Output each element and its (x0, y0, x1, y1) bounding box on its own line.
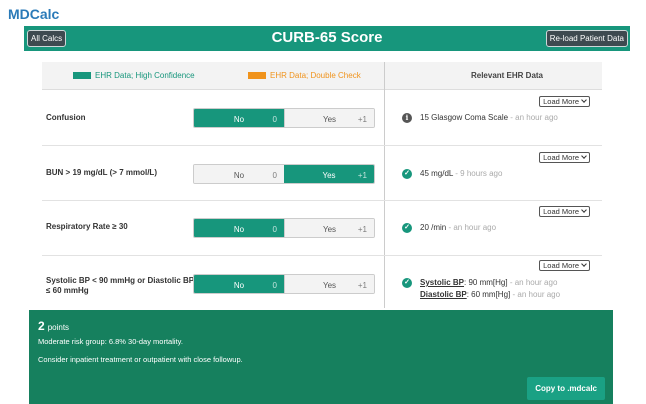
ehr-line: 45 mg/dL - 9 hours ago (420, 169, 502, 179)
option-label: No (233, 171, 245, 180)
load-more-button[interactable]: Load More (539, 260, 590, 271)
app-name: MDCalc (8, 6, 60, 22)
ehr-time: - an hour ago (508, 113, 558, 122)
no-option[interactable]: No 0 (194, 165, 284, 183)
chevron-down-icon (581, 97, 587, 103)
yes-option[interactable]: Yes +1 (284, 219, 374, 237)
criterion-label: Respiratory Rate ≥ 30 (46, 222, 128, 231)
no-option[interactable]: No 0 (194, 219, 284, 237)
chevron-down-icon (581, 261, 587, 267)
ehr-time: - an hour ago (507, 278, 558, 287)
legend-swatch-orange (248, 72, 266, 79)
result-points: 2 points (38, 319, 69, 333)
yes-option[interactable]: Yes +1 (284, 109, 374, 127)
legend-high-confidence: EHR Data; High Confidence (73, 71, 195, 80)
ehr-line-diastolic: Diastolic BP: 60 mm[Hg] - an hour ago (420, 290, 560, 300)
info-icon: i (402, 113, 412, 123)
legend-swatch-green (73, 72, 91, 79)
legend-high-label: EHR Data; High Confidence (95, 71, 195, 80)
reload-patient-data-button[interactable]: Re-load Patient Data (545, 30, 628, 47)
option-points: +1 (357, 115, 367, 124)
load-more-button[interactable]: Load More (539, 96, 590, 107)
option-points: 0 (272, 281, 277, 290)
criterion-label: BUN > 19 mg/dL (> 7 mmol/L) (46, 168, 157, 177)
yes-option[interactable]: Yes +1 (284, 165, 374, 183)
ehr-value: : 90 mm[Hg] (464, 278, 508, 287)
no-option[interactable]: No 0 (194, 275, 284, 293)
option-points: 0 (272, 115, 277, 124)
criterion-label: Confusion (46, 113, 86, 122)
legend-double-label: EHR Data; Double Check (270, 71, 361, 80)
check-icon: ✓ (402, 223, 412, 233)
load-more-label: Load More (543, 97, 579, 106)
load-more-button[interactable]: Load More (539, 206, 590, 217)
criterion-row-blood-pressure: Systolic BP < 90 mmHg or Diastolic BP ≤ … (42, 257, 602, 309)
option-points: +1 (357, 225, 367, 234)
option-points: 0 (272, 171, 277, 180)
check-icon: ✓ (402, 278, 412, 288)
page-title: CURB-65 Score (271, 29, 383, 46)
risk-text: Moderate risk group: 6.8% 30-day mortali… (38, 337, 183, 346)
blood-pressure-toggle: No 0 Yes +1 (193, 274, 375, 294)
option-label: No (233, 281, 245, 290)
ehr-line: 15 Glasgow Coma Scale - an hour ago (420, 113, 558, 123)
check-icon: ✓ (402, 169, 412, 179)
result-panel: 2 points Moderate risk group: 6.8% 30-day… (29, 310, 613, 404)
score-value: 2 (38, 319, 45, 333)
diastolic-bp-link[interactable]: Diastolic BP (420, 290, 467, 299)
load-more-label: Load More (543, 153, 579, 162)
load-more-label: Load More (543, 207, 579, 216)
load-more-button[interactable]: Load More (539, 152, 590, 163)
ehr-value: 15 Glasgow Coma Scale (420, 113, 509, 122)
ehr-value: : 60 mm[Hg] (466, 290, 511, 299)
chevron-down-icon (581, 153, 587, 159)
bun-toggle: No 0 Yes +1 (193, 164, 375, 184)
copy-to-mdcalc-button[interactable]: Copy to .mdcalc (527, 377, 605, 400)
option-points: 0 (272, 225, 277, 234)
option-points: +1 (357, 171, 367, 180)
no-option[interactable]: No 0 (194, 109, 284, 127)
legend-double-check: EHR Data; Double Check (248, 71, 361, 80)
ehr-line-systolic: Systolic BP: 90 mm[Hg] - an hour ago (420, 278, 557, 288)
advice-text: Consider inpatient treatment or outpatie… (38, 355, 243, 364)
option-label: No (233, 225, 245, 234)
systolic-bp-link[interactable]: Systolic BP (420, 278, 464, 287)
ehr-line: 20 /min - an hour ago (420, 223, 496, 233)
confusion-toggle: No 0 Yes +1 (193, 108, 375, 128)
criterion-row-bun: BUN > 19 mg/dL (> 7 mmol/L) No 0 Yes +1 Lo… (42, 147, 602, 201)
calculator-card: EHR Data; High Confidence EHR Data; Doub… (27, 52, 615, 404)
score-unit: points (47, 323, 70, 332)
ehr-time: - 9 hours ago (453, 169, 503, 178)
ehr-value: 20 /min (420, 223, 447, 232)
criterion-row-respiratory-rate: Respiratory Rate ≥ 30 No 0 Yes +1 Load Mor… (42, 202, 602, 256)
criterion-label: Systolic BP < 90 mmHg or Diastolic BP ≤ … (46, 276, 194, 295)
yes-option[interactable]: Yes +1 (284, 275, 374, 293)
option-points: +1 (357, 281, 367, 290)
respiratory-rate-toggle: No 0 Yes +1 (193, 218, 375, 238)
calc-header: All Calcs CURB-65 Score Re-load Patient … (24, 26, 630, 51)
ehr-value: 45 mg/dL (420, 169, 454, 178)
table-header: EHR Data; High Confidence EHR Data; Doub… (42, 62, 602, 90)
load-more-label: Load More (543, 261, 579, 270)
ehr-time: - an hour ago (446, 223, 497, 232)
criterion-row-confusion: Confusion No 0 Yes +1 Load More i 15 Glasg… (42, 91, 602, 146)
relevant-ehr-heading: Relevant EHR Data (470, 71, 544, 80)
ehr-time: - an hour ago (510, 290, 561, 299)
option-label: No (233, 115, 245, 124)
chevron-down-icon (581, 207, 587, 213)
